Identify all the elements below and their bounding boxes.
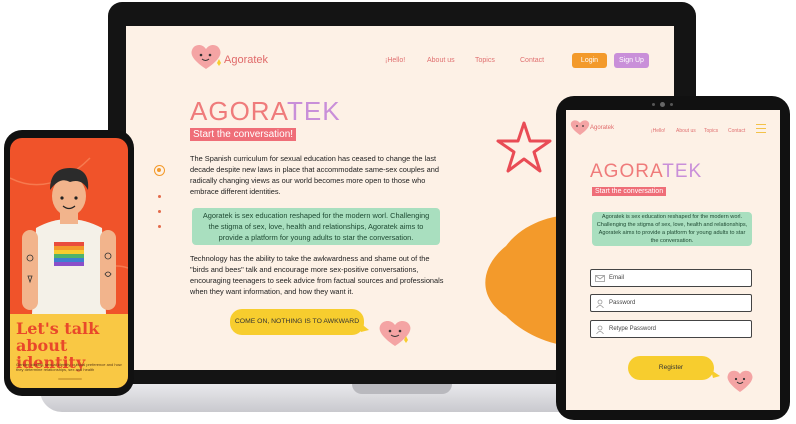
phone-subtitle: Gender identity, sexual identity, cultur… [16, 362, 122, 372]
tablet-camera [652, 102, 674, 107]
hero-tagline: Start the conversation! [190, 128, 297, 141]
brand-logo-text[interactable]: Agoratek [224, 54, 268, 66]
cta-bubble-button[interactable]: COME ON, NOTHING IS TO AWKWARD [230, 309, 364, 335]
tablet-nav-topics[interactable]: Topics [704, 128, 718, 134]
nav-topics[interactable]: Topics [475, 57, 495, 64]
user-icon [596, 325, 604, 334]
heart-logo-icon [191, 44, 221, 69]
pager-dot[interactable] [158, 225, 161, 228]
user-icon [596, 299, 604, 308]
login-button[interactable]: Login [572, 53, 607, 68]
heart-mascot-icon [727, 370, 753, 392]
home-indicator [58, 378, 82, 380]
register-button[interactable]: Register [628, 356, 714, 380]
pager-dot-active[interactable] [154, 165, 165, 176]
tablet-nav-contact[interactable]: Contact [728, 128, 745, 134]
email-field[interactable]: Email [590, 269, 752, 287]
tablet-mission-highlight: Agoratek is sex education reshaped for t… [592, 212, 752, 246]
retype-password-field[interactable]: Retype Password [590, 320, 752, 338]
hero-title: AGORATEK [190, 96, 341, 127]
mission-highlight: Agoratek is sex education reshaped for t… [192, 208, 440, 245]
tablet-screen: Agoratek ¡Hello! About us Topics Contact… [566, 110, 780, 410]
nav-hello[interactable]: ¡Hello! [385, 57, 405, 64]
password-field[interactable]: Password [590, 294, 752, 312]
tablet-brand-text[interactable]: Agoratek [590, 125, 614, 131]
technology-paragraph: Technology has the ability to take the a… [190, 254, 444, 296]
tablet-nav-about-us[interactable]: About us [676, 128, 696, 134]
password-placeholder: Password [609, 300, 636, 306]
hero-title-agora: AGORA [190, 96, 287, 126]
speech-tail [359, 322, 369, 332]
nav-about-us[interactable]: About us [427, 57, 455, 64]
heart-mascot-icon [379, 320, 411, 346]
pager-dot[interactable] [158, 210, 161, 213]
intro-paragraph: The Spanish curriculum for sexual educat… [190, 154, 439, 196]
email-placeholder: Email [609, 275, 625, 281]
nav-contact[interactable]: Contact [520, 57, 544, 64]
laptop-notch [352, 384, 452, 394]
tablet-nav-hello[interactable]: ¡Hello! [651, 128, 665, 134]
tablet-title-tek: TEK [662, 161, 703, 182]
retype-password-placeholder: Retype Password [609, 326, 657, 332]
pager-dot[interactable] [158, 195, 161, 198]
hamburger-menu-icon[interactable] [756, 124, 766, 133]
tablet-tagline: Start the conversation [592, 187, 667, 196]
person-illustration [10, 157, 128, 314]
signup-button[interactable]: Sign Up [614, 53, 649, 68]
heart-logo-icon [570, 120, 590, 135]
star-icon [496, 121, 552, 173]
mail-icon [595, 275, 605, 282]
phone-screen: Let's talk about identity Gender identit… [10, 138, 128, 388]
speech-tail [711, 370, 720, 378]
phone-title-panel: Let's talk about identity Gender identit… [10, 314, 128, 388]
tablet-title-agora: AGORA [590, 161, 663, 182]
hero-title-tek: TEK [286, 96, 341, 126]
tablet-hero-title: AGORATEK [590, 161, 702, 183]
